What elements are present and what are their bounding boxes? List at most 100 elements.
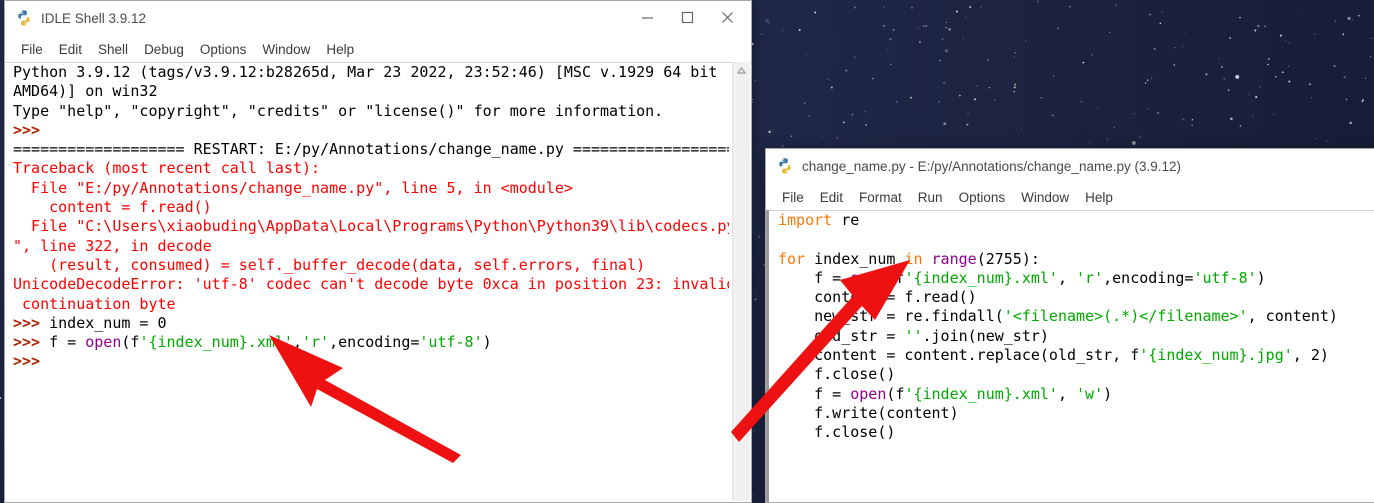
code-token: 'utf-8' — [419, 333, 483, 352]
code-token: f.close() — [778, 423, 896, 442]
shell-line-6: File "E:/py/Annotations/change_name.py",… — [13, 178, 573, 197]
code-token: ) — [1256, 268, 1266, 287]
code-token: '{index_num}.jpg' — [1139, 346, 1293, 365]
shell-input-line: >>> index_num = 0 — [13, 314, 729, 333]
code-token: '<filename>(.*)</filename>' — [1003, 307, 1248, 326]
editor-menu-item-help[interactable]: Help — [1077, 188, 1121, 207]
shell-line-2: Type "help", "copyright", "credits" or "… — [13, 101, 664, 120]
editor-menu-item-window[interactable]: Window — [1013, 188, 1077, 207]
shell-menu-item-shell[interactable]: Shell — [90, 40, 136, 59]
shell-line-10: (result, consumed) = self._buffer_decode… — [13, 255, 646, 274]
shell-output-line: =================== RESTART: E:/py/Annot… — [13, 140, 729, 159]
code-token: range — [931, 249, 977, 268]
code-token: , 2) — [1292, 346, 1329, 365]
chevron-up-icon[interactable] — [733, 62, 750, 79]
code-token: 'utf-8' — [1193, 268, 1257, 287]
code-token: re — [832, 211, 860, 229]
code-token: f = — [49, 333, 86, 352]
code-token: (f — [121, 333, 140, 352]
shell-input-line: >>> f = open(f'{index_num}.xml','r',enco… — [13, 333, 729, 352]
code-token: (f — [886, 384, 905, 403]
shell-output-line: Type "help", "copyright", "credits" or "… — [13, 102, 729, 121]
code-token: f.write(content) — [778, 403, 959, 422]
shell-output-line: continuation byte — [13, 295, 729, 314]
shell-output-line: content = f.read() — [13, 198, 729, 217]
code-token: ,encoding= — [329, 333, 420, 352]
editor-code-line — [778, 230, 1374, 249]
shell-menubar[interactable]: File Edit Shell Debug Options Window Help — [5, 36, 751, 63]
python-logo-icon — [776, 157, 794, 175]
python-logo-icon — [15, 9, 33, 27]
code-token: , content) — [1247, 307, 1338, 326]
idle-shell-window[interactable]: IDLE Shell 3.9.12 File Edit Shell Debug Opti… — [4, 0, 752, 503]
minimize-icon[interactable] — [627, 1, 667, 34]
shell-titlebar[interactable]: IDLE Shell 3.9.12 — [5, 1, 751, 36]
code-token: content = f.read() — [778, 288, 977, 307]
editor-code-line: f = open(f'{index_num}.xml', 'w') — [778, 385, 1374, 404]
editor-menu-item-options[interactable]: Options — [951, 188, 1014, 207]
editor-code-line: content = content.replace(old_str, f'{in… — [778, 346, 1374, 365]
code-token: , — [1057, 268, 1077, 287]
code-token: new_str = re.findall( — [778, 307, 1004, 326]
shell-line-5: Traceback (most recent call last): — [13, 159, 321, 178]
shell-line-0: Python 3.9.12 (tags/v3.9.12:b28265d, Mar… — [13, 63, 729, 81]
editor-titlebar[interactable]: change_name.py - E:/py/Annotations/chang… — [766, 149, 1374, 184]
editor-code-line: f.write(content) — [778, 404, 1374, 423]
shell-output-line: ", line 322, in decode — [13, 237, 729, 256]
shell-line-12: continuation byte — [13, 294, 176, 313]
shell-output-area[interactable]: Python 3.9.12 (tags/v3.9.12:b28265d, Mar… — [13, 63, 729, 499]
code-token: ,encoding= — [1103, 268, 1194, 287]
editor-menu-item-edit[interactable]: Edit — [812, 188, 851, 207]
editor-menu-item-run[interactable]: Run — [910, 188, 951, 207]
editor-menubar[interactable]: File Edit Format Run Options Window Help — [766, 184, 1374, 211]
editor-blank-line — [778, 230, 787, 248]
code-token: f.close() — [778, 365, 896, 384]
shell-menu-item-window[interactable]: Window — [254, 40, 318, 59]
editor-menu-item-file[interactable]: File — [774, 188, 812, 207]
shell-menu-item-file[interactable]: File — [13, 40, 51, 59]
shell-menu-item-help[interactable]: Help — [318, 40, 362, 59]
code-token: .join(new_str) — [922, 326, 1049, 345]
editor-menu-item-format[interactable]: Format — [851, 188, 910, 207]
code-token: open — [850, 268, 887, 287]
shell-title-text: IDLE Shell 3.9.12 — [41, 10, 147, 26]
code-token: 'r' — [302, 333, 330, 352]
code-token: 'w' — [1076, 384, 1104, 403]
shell-menu-item-debug[interactable]: Debug — [136, 40, 192, 59]
shell-line-8: File "C:\Users\xiaobuding\AppData\Local\… — [13, 217, 729, 236]
editor-code-line: f.close() — [778, 423, 1374, 442]
shell-output-line: AMD64)] on win32 — [13, 82, 729, 101]
shell-menu-item-edit[interactable]: Edit — [51, 40, 90, 59]
idle-editor-window[interactable]: change_name.py - E:/py/Annotations/chang… — [765, 148, 1374, 503]
code-token: ) — [1103, 384, 1113, 403]
code-token: content = content.replace(old_str, f — [778, 346, 1140, 365]
code-token: '{index_num}.xml' — [139, 333, 293, 352]
editor-left-edge — [766, 210, 769, 502]
shell-input-code: index_num = 0 — [49, 313, 167, 332]
code-token: (f — [886, 268, 905, 287]
shell-window-controls — [627, 1, 747, 35]
code-token: old_str = — [778, 326, 905, 345]
shell-vertical-scrollbar[interactable] — [732, 62, 750, 501]
code-token: '' — [904, 326, 923, 345]
code-token: ) — [482, 333, 492, 352]
shell-prompt: >>> — [13, 352, 50, 371]
editor-code-line: content = f.read() — [778, 288, 1374, 307]
shell-line-1: AMD64)] on win32 — [13, 82, 158, 101]
code-token: import — [778, 211, 833, 229]
shell-line-3: >>> — [13, 120, 50, 139]
shell-menu-item-options[interactable]: Options — [192, 40, 255, 59]
close-icon[interactable] — [707, 1, 747, 34]
editor-code-area[interactable]: import re for index_num in range(2755): … — [778, 211, 1374, 497]
shell-output-line: UnicodeDecodeError: 'utf-8' codec can't … — [13, 275, 729, 294]
code-token: index_num — [805, 249, 905, 268]
code-token: , — [1057, 384, 1077, 403]
shell-line-7: content = f.read() — [13, 198, 212, 217]
code-token: open — [850, 384, 887, 403]
shell-output-line: File "E:/py/Annotations/change_name.py",… — [13, 179, 729, 198]
code-token: 'r' — [1076, 268, 1104, 287]
editor-code-line: old_str = ''.join(new_str) — [778, 327, 1374, 346]
code-token: in — [904, 249, 923, 268]
maximize-icon[interactable] — [667, 1, 707, 34]
